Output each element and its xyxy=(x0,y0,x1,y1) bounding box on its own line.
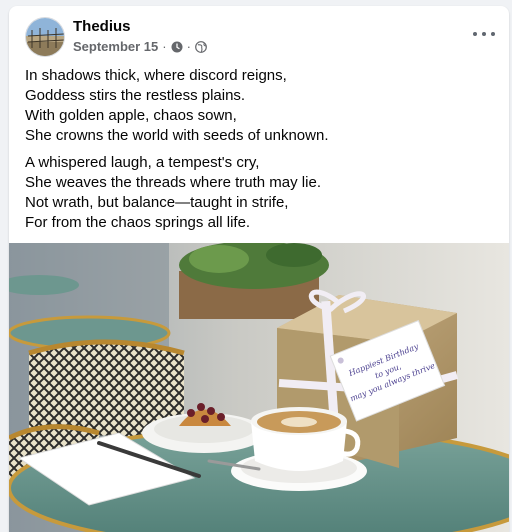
post-card: Thedius September 15 · · In shadows thic… xyxy=(9,6,509,532)
meta-separator: · xyxy=(186,39,191,54)
cafe-birthday-photo: Happiest Birthday to you, may you always… xyxy=(9,241,509,532)
stanza-1: In shadows thick, where discord reigns, … xyxy=(25,66,495,146)
meta-separator: · xyxy=(162,39,167,54)
post-header: Thedius September 15 · · xyxy=(9,6,509,62)
poem-line: For from the chaos springs all life. xyxy=(25,214,251,231)
stanza-2: A whispered laugh, a tempest's cry, She … xyxy=(25,153,495,233)
poem-line: With golden apple, chaos sown, xyxy=(25,107,237,124)
avatar-image xyxy=(26,18,64,56)
post-photo[interactable]: Happiest Birthday to you, may you always… xyxy=(9,241,509,532)
post-text: In shadows thick, where discord reigns, … xyxy=(25,66,495,240)
poem-line: Not wrath, but balance—taught in strife, xyxy=(25,194,289,211)
more-dots-icon[interactable] xyxy=(473,26,495,42)
clock-icon xyxy=(171,41,183,53)
author-name[interactable]: Thedius xyxy=(73,18,131,35)
poem-line: She crowns the world with seeds of unkno… xyxy=(25,127,329,144)
poem-line: A whispered laugh, a tempest's cry, xyxy=(25,154,260,171)
globe-icon[interactable] xyxy=(195,40,207,53)
avatar[interactable] xyxy=(25,17,65,57)
post-date[interactable]: September 15 xyxy=(73,39,158,54)
poem-line: She weaves the threads where truth may l… xyxy=(25,174,321,191)
poem-line: In shadows thick, where discord reigns, xyxy=(25,67,287,84)
post-meta: September 15 · · xyxy=(73,39,207,54)
poem-line: Goddess stirs the restless plains. xyxy=(25,87,246,104)
